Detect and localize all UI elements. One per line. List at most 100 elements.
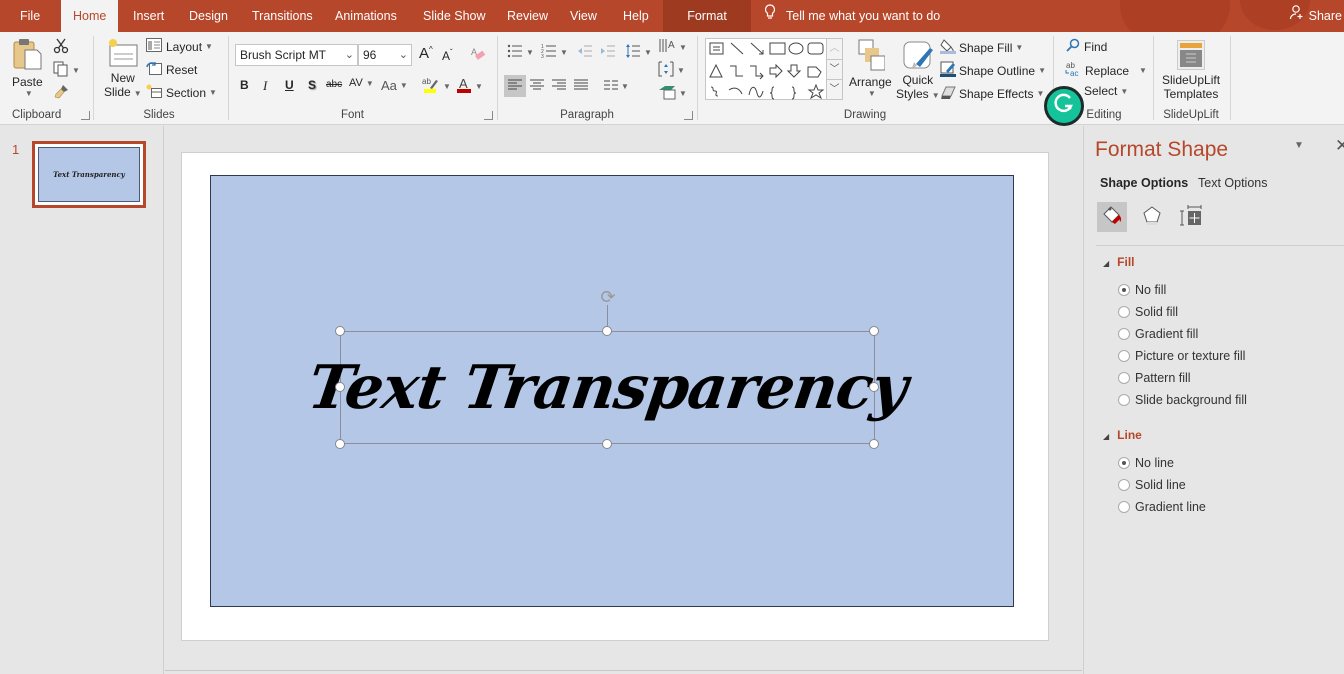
- share-button[interactable]: Share: [1289, 0, 1344, 32]
- resize-handle-bottom[interactable]: [602, 439, 612, 449]
- effects-tab[interactable]: [1137, 202, 1167, 232]
- tab-animations[interactable]: Animations: [323, 0, 409, 32]
- resize-handle-bottom-right[interactable]: [869, 439, 879, 449]
- strikethrough-button[interactable]: abc: [326, 79, 342, 90]
- select-button[interactable]: Select ▼: [1084, 84, 1128, 98]
- radio-button[interactable]: [1118, 306, 1130, 318]
- font-color-button[interactable]: A ▼: [456, 76, 483, 97]
- clipboard-dialog-launcher[interactable]: [81, 111, 90, 120]
- line-section-header[interactable]: ◢ Line: [1103, 428, 1142, 442]
- radio-button[interactable]: [1118, 501, 1130, 513]
- italic-button[interactable]: I: [263, 78, 267, 94]
- find-button[interactable]: Find: [1066, 38, 1107, 55]
- grammarly-button[interactable]: [1044, 86, 1084, 126]
- radio-pattern-fill[interactable]: Pattern fill: [1118, 371, 1191, 385]
- new-slide-button[interactable]: New Slide ▼: [104, 38, 142, 99]
- align-left-button[interactable]: [504, 75, 526, 97]
- text-shadow-button[interactable]: S: [308, 78, 316, 92]
- tab-format[interactable]: Format: [663, 0, 751, 32]
- section-button[interactable]: Section ▼: [146, 84, 217, 101]
- align-center-button[interactable]: [530, 79, 544, 94]
- justify-button[interactable]: [574, 79, 588, 94]
- tab-design[interactable]: Design: [177, 0, 240, 32]
- radio-button[interactable]: [1118, 479, 1130, 491]
- align-text-button[interactable]: ▼: [658, 61, 685, 80]
- radio-no-line[interactable]: No line: [1118, 456, 1174, 470]
- tab-file[interactable]: File: [8, 0, 52, 32]
- scroll-down-icon[interactable]: ﹀: [827, 59, 842, 79]
- rotate-handle-icon[interactable]: ⟳: [597, 287, 619, 307]
- tab-shape-options[interactable]: Shape Options: [1100, 176, 1188, 190]
- more-shapes-icon[interactable]: ﹀: [827, 79, 842, 99]
- shape-outline-button[interactable]: Shape Outline ▼: [940, 61, 1046, 80]
- tab-help[interactable]: Help: [611, 0, 661, 32]
- decrease-indent-button[interactable]: [577, 43, 593, 62]
- radio-button[interactable]: [1118, 457, 1130, 469]
- tab-insert[interactable]: Insert: [121, 0, 176, 32]
- chevron-down-icon[interactable]: ⌄: [399, 45, 408, 65]
- radio-button[interactable]: [1118, 350, 1130, 362]
- scroll-up-icon[interactable]: ︿: [827, 39, 842, 59]
- resize-handle-bottom-left[interactable]: [335, 439, 345, 449]
- radio-gradient-line[interactable]: Gradient line: [1118, 500, 1206, 514]
- highlight-color-button[interactable]: ab ▼: [422, 76, 451, 97]
- slide-thumbnail[interactable]: Text Transparency: [32, 141, 146, 208]
- layout-button[interactable]: Layout ▼: [146, 38, 213, 55]
- fill-section-header[interactable]: ◢ Fill: [1103, 255, 1135, 269]
- radio-picture-texture-fill[interactable]: Picture or texture fill: [1118, 349, 1245, 363]
- font-size-combobox[interactable]: 96 ⌄: [358, 44, 412, 66]
- text-direction-button[interactable]: A ▼: [658, 38, 687, 57]
- radio-solid-fill[interactable]: Solid fill: [1118, 305, 1178, 319]
- columns-button[interactable]: ▼: [604, 79, 629, 94]
- replace-button[interactable]: ab ac Replace ▼: [1064, 61, 1147, 80]
- font-dialog-launcher[interactable]: [484, 111, 493, 120]
- clear-formatting-button[interactable]: A: [470, 46, 486, 65]
- copy-button[interactable]: ▼: [53, 61, 80, 80]
- shapes-gallery-scrollbar[interactable]: ︿ ﹀ ﹀: [827, 38, 843, 100]
- underline-button[interactable]: U: [285, 78, 294, 92]
- radio-button[interactable]: [1118, 372, 1130, 384]
- resize-handle-top[interactable]: [602, 326, 612, 336]
- tab-view[interactable]: View: [558, 0, 609, 32]
- character-spacing-button[interactable]: AV ▼: [349, 77, 374, 89]
- tell-me-search[interactable]: Tell me what you want to do: [764, 0, 940, 32]
- numbering-button[interactable]: 1 2 3 ▼: [541, 43, 568, 62]
- convert-to-smartart-button[interactable]: ▼: [658, 84, 687, 103]
- radio-gradient-fill[interactable]: Gradient fill: [1118, 327, 1198, 341]
- bold-button[interactable]: B: [240, 78, 249, 92]
- change-case-button[interactable]: Aa ▼: [381, 78, 408, 93]
- paragraph-dialog-launcher[interactable]: [684, 111, 693, 120]
- decrease-font-size-button[interactable]: Aˇ: [442, 48, 453, 63]
- align-right-button[interactable]: [552, 79, 566, 94]
- quick-styles-button[interactable]: Quick Styles ▼: [896, 40, 940, 101]
- tab-transitions[interactable]: Transitions: [240, 0, 325, 32]
- radio-button[interactable]: [1118, 328, 1130, 340]
- radio-slide-background-fill[interactable]: Slide background fill: [1118, 393, 1247, 407]
- font-name-combobox[interactable]: Brush Script MT ⌄: [235, 44, 358, 66]
- paste-button[interactable]: Paste ▼: [12, 38, 43, 98]
- tab-home[interactable]: Home: [61, 0, 119, 32]
- radio-button[interactable]: [1118, 394, 1130, 406]
- fill-line-tab[interactable]: [1097, 202, 1127, 232]
- arrange-button[interactable]: Arrange ▼: [849, 38, 892, 98]
- radio-button[interactable]: [1118, 284, 1130, 296]
- cut-button[interactable]: [53, 38, 69, 57]
- resize-handle-top-left[interactable]: [335, 326, 345, 336]
- increase-font-size-button[interactable]: A^: [419, 45, 433, 62]
- slide-title-text[interactable]: Text Transparency: [304, 331, 911, 444]
- increase-indent-button[interactable]: [600, 43, 616, 62]
- resize-handle-right[interactable]: [869, 382, 879, 392]
- format-painter-button[interactable]: [53, 84, 69, 103]
- radio-solid-line[interactable]: Solid line: [1118, 478, 1186, 492]
- close-icon[interactable]: ✕: [1335, 136, 1344, 156]
- resize-handle-left[interactable]: [335, 382, 345, 392]
- shape-effects-button[interactable]: Shape Effects ▼: [940, 84, 1044, 103]
- shape-fill-button[interactable]: Shape Fill ▼: [940, 38, 1023, 57]
- bullets-button[interactable]: ▼: [507, 43, 534, 62]
- chevron-down-icon[interactable]: ⌄: [345, 45, 354, 65]
- size-properties-tab[interactable]: [1176, 202, 1206, 232]
- resize-handle-top-right[interactable]: [869, 326, 879, 336]
- line-spacing-button[interactable]: ▼: [625, 43, 652, 62]
- shapes-gallery[interactable]: [705, 38, 827, 100]
- tab-text-options[interactable]: Text Options: [1198, 176, 1267, 190]
